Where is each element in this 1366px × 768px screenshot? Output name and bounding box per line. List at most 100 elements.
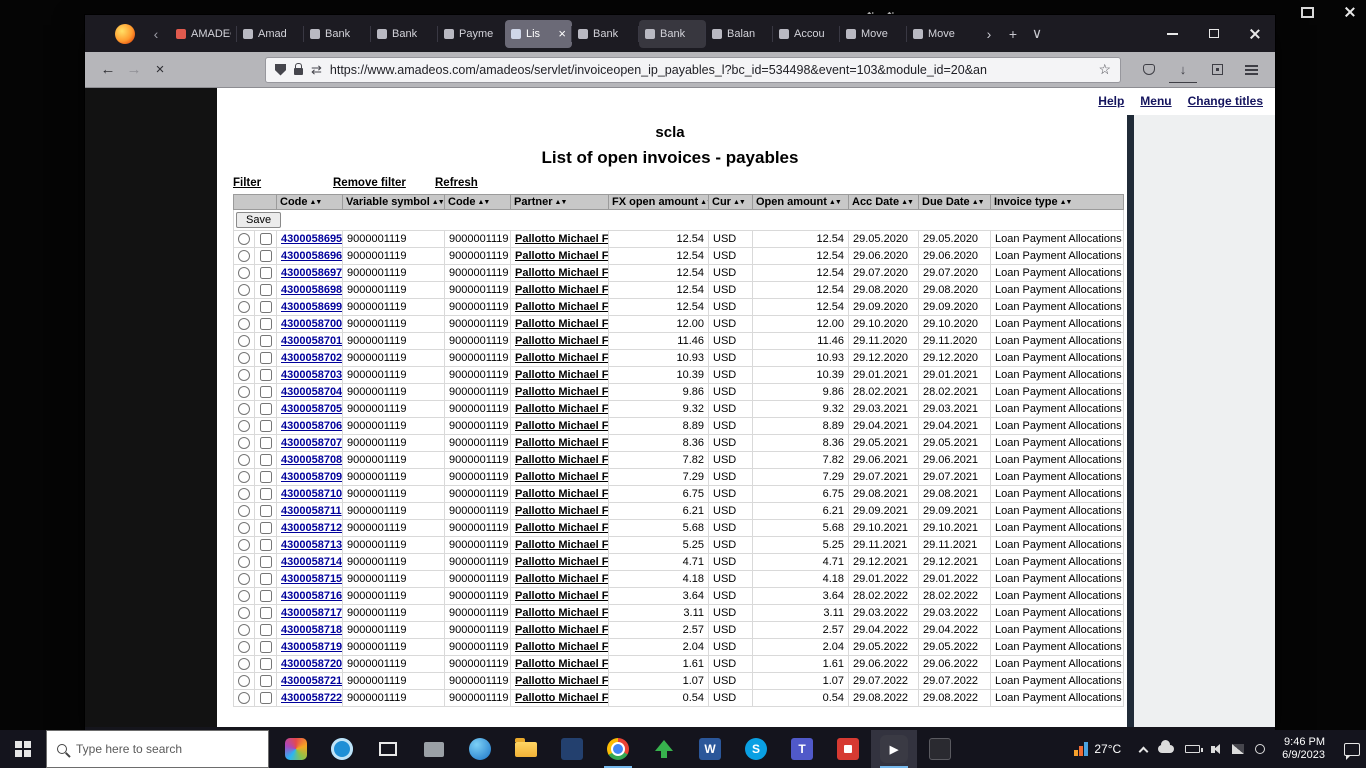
row-radio[interactable] <box>238 233 250 246</box>
extensions-icon[interactable] <box>1203 57 1231 83</box>
invoice-link[interactable]: 4300058722 <box>281 692 342 704</box>
cortana-icon[interactable] <box>319 730 365 768</box>
row-checkbox[interactable] <box>259 301 272 314</box>
sort-arrows-icon[interactable]: ▲▼ <box>733 199 746 206</box>
sort-arrows-icon[interactable]: ▲▼ <box>310 199 323 206</box>
row-checkbox[interactable] <box>259 573 272 586</box>
dark-app-icon[interactable] <box>549 730 595 768</box>
invoice-link[interactable]: 4300058702 <box>281 352 342 364</box>
stop-icon[interactable]: × <box>147 57 173 83</box>
invoice-link[interactable]: 4300058712 <box>281 522 342 534</box>
invoice-link[interactable]: 4300058701 <box>281 335 342 347</box>
partner-link[interactable]: Pallotto Michael F <box>515 420 608 432</box>
taskbar-clock[interactable]: 9:46 PM 6/9/2023 <box>1282 736 1325 762</box>
tab-close-icon[interactable]: × <box>558 26 566 41</box>
invoice-link[interactable]: 4300058704 <box>281 386 342 398</box>
bookmark-star-icon[interactable]: ☆ <box>1098 61 1111 78</box>
permissions-icon[interactable]: ⇄ <box>311 62 322 78</box>
browser-tab[interactable]: Move <box>839 20 907 48</box>
column-header[interactable]: Variable symbol ▲▼ <box>342 194 445 210</box>
teams-icon[interactable]: T <box>779 730 825 768</box>
column-header[interactable]: FX open amount▲▼ <box>608 194 709 210</box>
partner-link[interactable]: Pallotto Michael F <box>515 556 608 568</box>
edge-icon[interactable] <box>457 730 503 768</box>
partner-link[interactable]: Pallotto Michael F <box>515 233 608 245</box>
paint-icon[interactable] <box>273 730 319 768</box>
invoice-link[interactable]: 4300058718 <box>281 624 342 636</box>
download-icon[interactable]: ↓ <box>1169 57 1197 83</box>
header-link-help[interactable]: Help <box>1098 94 1124 108</box>
invoice-link[interactable]: 4300058708 <box>281 454 342 466</box>
row-checkbox[interactable] <box>259 437 272 450</box>
save-button[interactable]: Save <box>236 212 282 228</box>
header-link-menu[interactable]: Menu <box>1140 94 1171 108</box>
invoice-link[interactable]: 4300058719 <box>281 641 342 653</box>
column-header[interactable]: Due Date ▲▼ <box>918 194 991 210</box>
refresh-link[interactable]: Refresh <box>435 177 478 189</box>
column-header[interactable]: Partner ▲▼ <box>510 194 609 210</box>
url-bar[interactable]: ⇄ https://www.amadeos.com/amadeos/servle… <box>265 56 1121 83</box>
sort-arrows-icon[interactable]: ▲▼ <box>555 199 568 206</box>
row-checkbox[interactable] <box>259 471 272 484</box>
partner-link[interactable]: Pallotto Michael F <box>515 624 608 636</box>
row-checkbox[interactable] <box>259 369 272 382</box>
row-radio[interactable] <box>238 522 250 535</box>
invoice-link[interactable]: 4300058696 <box>281 250 342 262</box>
row-radio[interactable] <box>238 318 250 331</box>
partner-link[interactable]: Pallotto Michael F <box>515 267 608 279</box>
project-icon[interactable] <box>411 730 457 768</box>
row-checkbox[interactable] <box>259 454 272 467</box>
row-radio[interactable] <box>238 403 250 416</box>
invoice-link[interactable]: 4300058707 <box>281 437 342 449</box>
invoice-link[interactable]: 4300058695 <box>281 233 342 245</box>
speaker-icon[interactable] <box>1211 743 1221 754</box>
partner-link[interactable]: Pallotto Michael F <box>515 488 608 500</box>
browser-tab[interactable]: Bank <box>571 20 639 48</box>
url-text[interactable]: https://www.amadeos.com/amadeos/servlet/… <box>330 63 1091 77</box>
invoice-link[interactable]: 4300058713 <box>281 539 342 551</box>
sort-arrows-icon[interactable]: ▲▼ <box>1060 199 1073 206</box>
partner-link[interactable]: Pallotto Michael F <box>515 658 608 670</box>
browser-tab[interactable]: Bank <box>303 20 371 48</box>
column-header[interactable]: Code ▲▼ <box>276 194 343 210</box>
weather-widget[interactable]: 27°C <box>1074 742 1121 756</box>
tab-list-icon[interactable]: ∨ <box>1025 25 1049 42</box>
remove-filter-link[interactable]: Remove filter <box>333 177 406 189</box>
dark-app-2-icon[interactable] <box>917 730 963 768</box>
invoice-link[interactable]: 4300058703 <box>281 369 342 381</box>
invoice-link[interactable]: 4300058717 <box>281 607 342 619</box>
row-checkbox[interactable] <box>259 624 272 637</box>
invoice-link[interactable]: 4300058709 <box>281 471 342 483</box>
row-radio[interactable] <box>238 284 250 297</box>
row-radio[interactable] <box>238 471 250 484</box>
battery-icon[interactable] <box>1185 745 1204 753</box>
partner-link[interactable]: Pallotto Michael F <box>515 437 608 449</box>
row-radio[interactable] <box>238 437 250 450</box>
partner-link[interactable]: Pallotto Michael F <box>515 352 608 364</box>
partner-link[interactable]: Pallotto Michael F <box>515 692 608 704</box>
pocket-icon[interactable] <box>1135 57 1163 83</box>
invoice-link[interactable]: 4300058699 <box>281 301 342 313</box>
invoice-link[interactable]: 4300058706 <box>281 420 342 432</box>
row-radio[interactable] <box>238 590 250 603</box>
taskbar-search[interactable]: Type here to search <box>46 730 269 768</box>
row-checkbox[interactable] <box>259 403 272 416</box>
tab-scroll-right-icon[interactable]: › <box>977 26 1001 42</box>
sort-arrows-icon[interactable]: ▲▼ <box>901 199 914 206</box>
invoice-link[interactable]: 4300058715 <box>281 573 342 585</box>
sort-arrows-icon[interactable]: ▲▼ <box>700 199 707 206</box>
word-icon[interactable]: W <box>687 730 733 768</box>
row-radio[interactable] <box>238 539 250 552</box>
browser-tab[interactable]: Lis × <box>505 19 572 48</box>
row-radio[interactable] <box>238 607 250 620</box>
forward-icon[interactable]: → <box>121 57 147 83</box>
row-checkbox[interactable] <box>259 539 272 552</box>
red-app-icon[interactable] <box>825 730 871 768</box>
lock-icon[interactable] <box>294 63 303 75</box>
file-explorer-icon[interactable] <box>503 730 549 768</box>
row-radio[interactable] <box>238 692 250 705</box>
row-radio[interactable] <box>238 556 250 569</box>
partner-link[interactable]: Pallotto Michael F <box>515 471 608 483</box>
restore-icon[interactable] <box>1301 6 1314 18</box>
sort-arrows-icon[interactable]: ▲▼ <box>972 199 985 206</box>
